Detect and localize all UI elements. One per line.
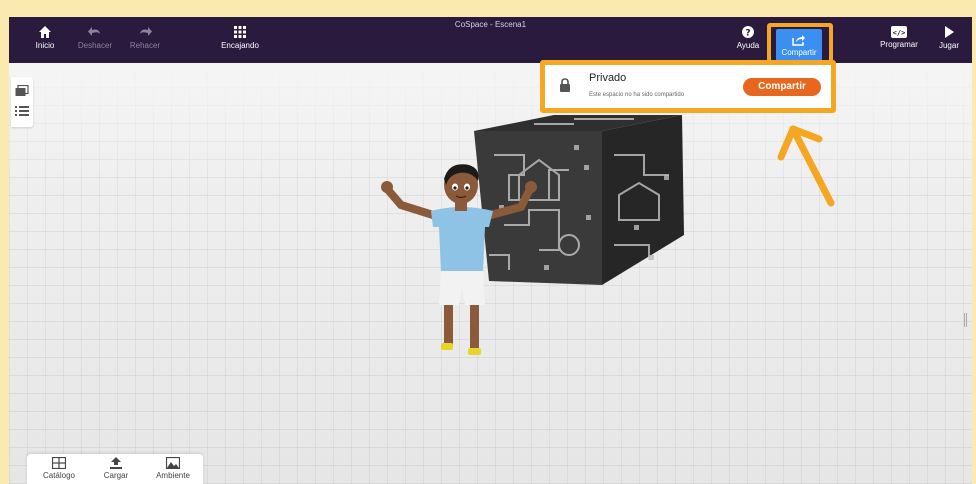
- share-space-button[interactable]: Compartir: [743, 78, 821, 96]
- grid-icon: [234, 26, 246, 38]
- svg-text:</>: </>: [893, 29, 906, 37]
- panel-resize-handle[interactable]: [964, 313, 967, 327]
- play-button[interactable]: Jugar: [919, 23, 972, 59]
- lock-icon: [560, 78, 570, 92]
- home-icon: [39, 26, 51, 38]
- images-icon[interactable]: [15, 85, 29, 97]
- code-icon: </>: [891, 26, 907, 38]
- top-toolbar: CoSpace - Escena1 Inicio Deshacer Rehace…: [9, 17, 972, 67]
- privacy-status-description: Este espacio no ha sido compartido: [589, 92, 685, 98]
- environment-icon: [166, 457, 180, 469]
- upload-icon: [110, 457, 122, 469]
- undo-icon: [88, 27, 100, 36]
- environment-label: Ambiente: [156, 471, 190, 480]
- redo-icon: [140, 27, 152, 36]
- help-icon: ?: [742, 26, 754, 39]
- avatar-character[interactable]: [371, 163, 551, 373]
- help-label: Ayuda: [736, 41, 760, 50]
- upload-label: Cargar: [103, 471, 129, 480]
- svg-text:?: ?: [745, 29, 750, 39]
- catalog-icon: [52, 457, 66, 469]
- code-label: Programar: [880, 40, 918, 49]
- play-icon: [945, 26, 954, 38]
- snap-label: Encajando: [221, 41, 259, 50]
- app-window: CoSpace - Escena1 Inicio Deshacer Rehace…: [9, 17, 972, 484]
- undo-label: Deshacer: [77, 41, 113, 50]
- side-panel: [11, 77, 33, 127]
- home-label: Inicio: [35, 41, 55, 50]
- redo-button[interactable]: Rehacer: [115, 23, 175, 59]
- annotation-arrow: [777, 125, 835, 207]
- play-label: Jugar: [938, 41, 959, 50]
- redo-label: Rehacer: [129, 41, 161, 50]
- privacy-status-title: Privado: [589, 72, 627, 84]
- upload-button[interactable]: Cargar: [90, 457, 142, 483]
- environment-button[interactable]: Ambiente: [147, 457, 199, 483]
- bottom-panel: Catálogo Cargar Ambiente: [27, 454, 203, 484]
- snap-button[interactable]: Encajando: [210, 23, 270, 59]
- share-popup: Privado Este espacio no ha sido comparti…: [540, 60, 836, 113]
- list-icon[interactable]: [15, 105, 29, 117]
- catalog-label: Catálogo: [42, 471, 76, 480]
- catalog-button[interactable]: Catálogo: [33, 457, 85, 483]
